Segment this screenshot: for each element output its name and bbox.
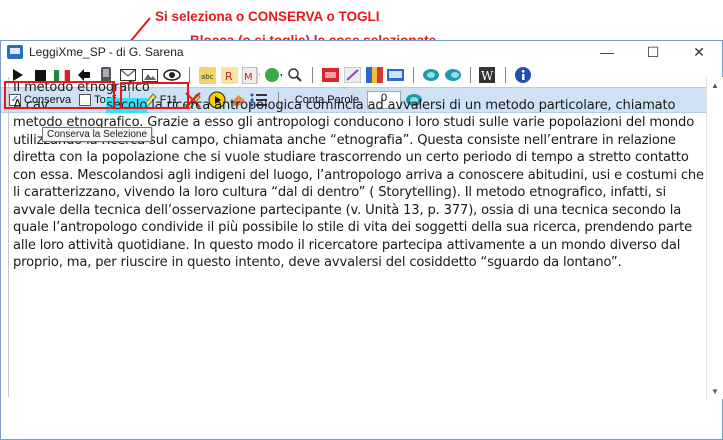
window-title: LeggiXme_SP - di G. Sarena [29, 45, 184, 59]
body-lead: A cav [13, 97, 49, 113]
conserva-tooltip: Conserva la Selezione [42, 127, 153, 142]
vertical-scrollbar[interactable]: ▲ ▼ [706, 77, 723, 399]
document-text-area[interactable]: Il metodo etnografico A cav secolo la ric… [8, 77, 708, 397]
close-button[interactable]: ✕ [676, 41, 722, 63]
highlighted-selection: secolo [106, 97, 148, 113]
scroll-down-icon[interactable]: ▼ [707, 383, 723, 399]
title-bar: LeggiXme_SP - di G. Sarena — ☐ ✕ [1, 41, 722, 63]
document-body: A cav secolo la ricerca antropologica com… [13, 97, 704, 272]
minimize-button[interactable]: — [584, 41, 630, 63]
app-icon [7, 45, 23, 59]
document-heading: Il metodo etnografico [13, 80, 150, 95]
scroll-up-icon[interactable]: ▲ [707, 77, 723, 93]
annotation-conserva-togli: Si seleziona o CONSERVA o TOGLI [155, 9, 380, 24]
maximize-button[interactable]: ☐ [630, 41, 676, 63]
